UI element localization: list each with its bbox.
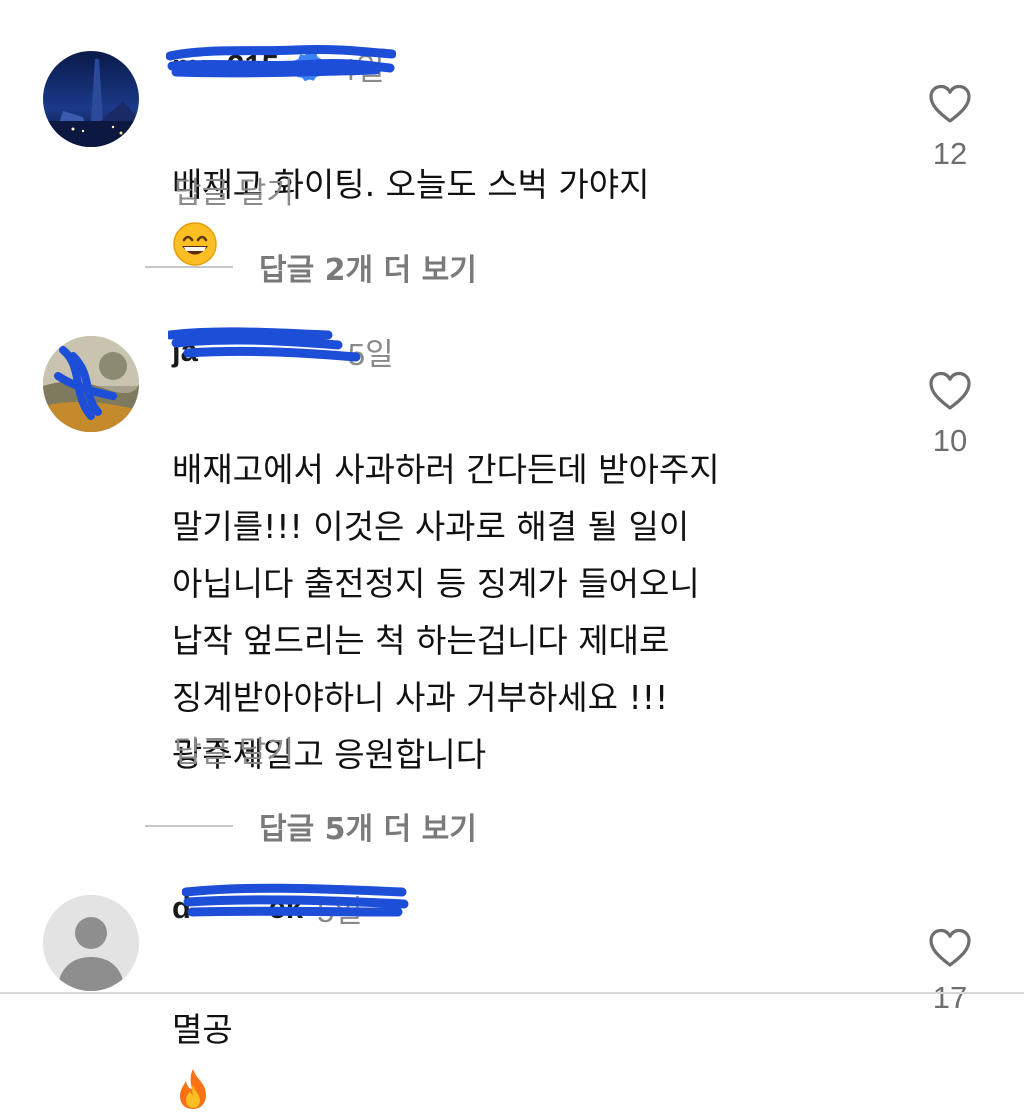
divider-line <box>145 266 233 268</box>
view-more-replies-label: 답글 2개 더 보기 <box>259 253 477 288</box>
comment-time: 5일 <box>316 893 363 929</box>
like-group: 12 <box>922 84 978 172</box>
like-group: 17 <box>922 928 978 1016</box>
comment-text: 배재고에서 사과하러 간다든데 받아주지 말기를!!! 이것은 사과로 해결 될… <box>172 384 872 783</box>
avatar[interactable] <box>43 51 139 147</box>
fire-emoji-icon <box>180 1068 206 1109</box>
heart-outline-icon[interactable] <box>928 371 972 411</box>
comment-header: mu 315 4일 <box>166 44 396 87</box>
username[interactable]: ja <box>172 333 198 369</box>
like-count: 17 <box>932 980 968 1015</box>
like-count: 10 <box>932 423 968 458</box>
avatar[interactable] <box>43 895 139 991</box>
comment-header: d ek 5일 <box>172 883 409 929</box>
comment-header: ja 5일 <box>168 327 394 372</box>
default-user-avatar-icon <box>43 895 139 991</box>
redaction-scribble <box>168 327 361 362</box>
comment-time: 4일 <box>338 51 385 87</box>
comment-text: 멸공 <box>172 944 872 1115</box>
heart-outline-icon[interactable] <box>928 928 972 968</box>
view-more-replies-button[interactable]: 답글 5개 더 보기 <box>145 804 477 848</box>
heart-outline-icon[interactable] <box>928 84 972 124</box>
comment-text-content: 배재고에서 사과하러 간다든데 받아주지 말기를!!! 이것은 사과로 해결 될… <box>172 450 720 774</box>
like-group: 10 <box>922 371 978 459</box>
reply-button[interactable]: 답글 달기 <box>174 727 294 771</box>
verified-badge-icon <box>293 50 324 82</box>
username[interactable]: mu 315 <box>172 48 279 84</box>
photo-avatar-image <box>43 336 139 432</box>
city-night-avatar-image <box>43 51 139 147</box>
view-more-replies-label: 답글 5개 더 보기 <box>259 812 477 847</box>
avatar[interactable] <box>43 336 139 432</box>
like-count: 12 <box>932 136 968 171</box>
divider-line <box>145 825 233 827</box>
comment-time: 5일 <box>347 336 394 372</box>
view-more-replies-button[interactable]: 답글 2개 더 보기 <box>145 245 477 289</box>
username[interactable]: d ek <box>172 890 303 926</box>
reply-button[interactable]: 답글 달기 <box>174 168 294 212</box>
comment-text-content: 멸공 <box>172 1010 233 1049</box>
